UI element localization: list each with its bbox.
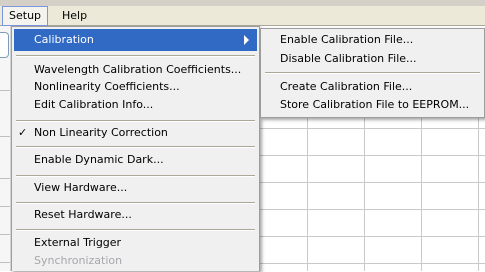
menu-separator [16,146,255,148]
menu-item-store-calibration-file-to-eeprom[interactable]: Store Calibration File to EEPROM... [263,96,482,114]
menu-item-edit-calibration-info[interactable]: Edit Calibration Info... [14,94,257,116]
menu-item-calibration[interactable]: Calibration [14,29,257,51]
menubar-help[interactable]: Help [56,6,93,26]
submenu-arrow-icon [244,35,249,45]
menu-item-reset-hardware[interactable]: Reset Hardware... [14,204,257,226]
menu-item-label: Calibration [34,33,94,46]
menu-item-label: Enable Calibration File... [280,33,414,46]
menu-item-label: Wavelength Calibration Coefficients... [34,63,242,76]
grid-line [0,178,10,179]
calibration-submenu: Enable Calibration File... Disable Calib… [260,28,485,118]
check-icon: ✓ [18,126,28,139]
left-panel-fragment [0,26,11,271]
menu-item-disable-calibration-file[interactable]: Disable Calibration File... [263,50,482,68]
menu-bar: Setup Help [0,6,485,26]
grid-line [0,136,10,137]
menu-item-label: Create Calibration File... [280,80,413,93]
grid-line [0,90,10,91]
menu-item-create-calibration-file[interactable]: Create Calibration File... [263,78,482,96]
setup-menu: Calibration Wavelength Calibration Coeff… [11,26,260,271]
menu-item-synchronization: Synchronization [14,250,257,272]
partial-button[interactable] [0,32,9,58]
menu-item-view-hardware[interactable]: View Hardware... [14,177,257,199]
menu-separator [265,72,480,74]
menu-item-label: Non Linearity Correction [34,126,168,139]
menu-item-label: Reset Hardware... [34,208,132,221]
menu-separator [16,55,255,57]
menu-item-label: External Trigger [34,236,122,249]
menu-item-label: View Hardware... [34,181,128,194]
menu-item-label: Synchronization [34,254,123,267]
grid-line [0,234,10,235]
menu-item-label: Enable Dynamic Dark... [34,153,164,166]
menu-item-label: Store Calibration File to EEPROM... [280,98,470,111]
menu-item-label: Disable Calibration File... [280,52,417,65]
plot-grid [260,118,485,271]
grid-line [0,206,10,207]
grid-line [0,262,10,263]
menubar-setup[interactable]: Setup [2,6,49,26]
menu-item-label: Edit Calibration Info... [34,98,154,111]
menu-item-non-linearity-correction[interactable]: ✓ Non Linearity Correction [14,122,257,144]
menu-separator [16,229,255,231]
menu-item-enable-calibration-file[interactable]: Enable Calibration File... [263,31,482,49]
menu-item-label: Nonlinearity Coefficients... [34,80,180,93]
menu-item-enable-dynamic-dark[interactable]: Enable Dynamic Dark... [14,149,257,171]
